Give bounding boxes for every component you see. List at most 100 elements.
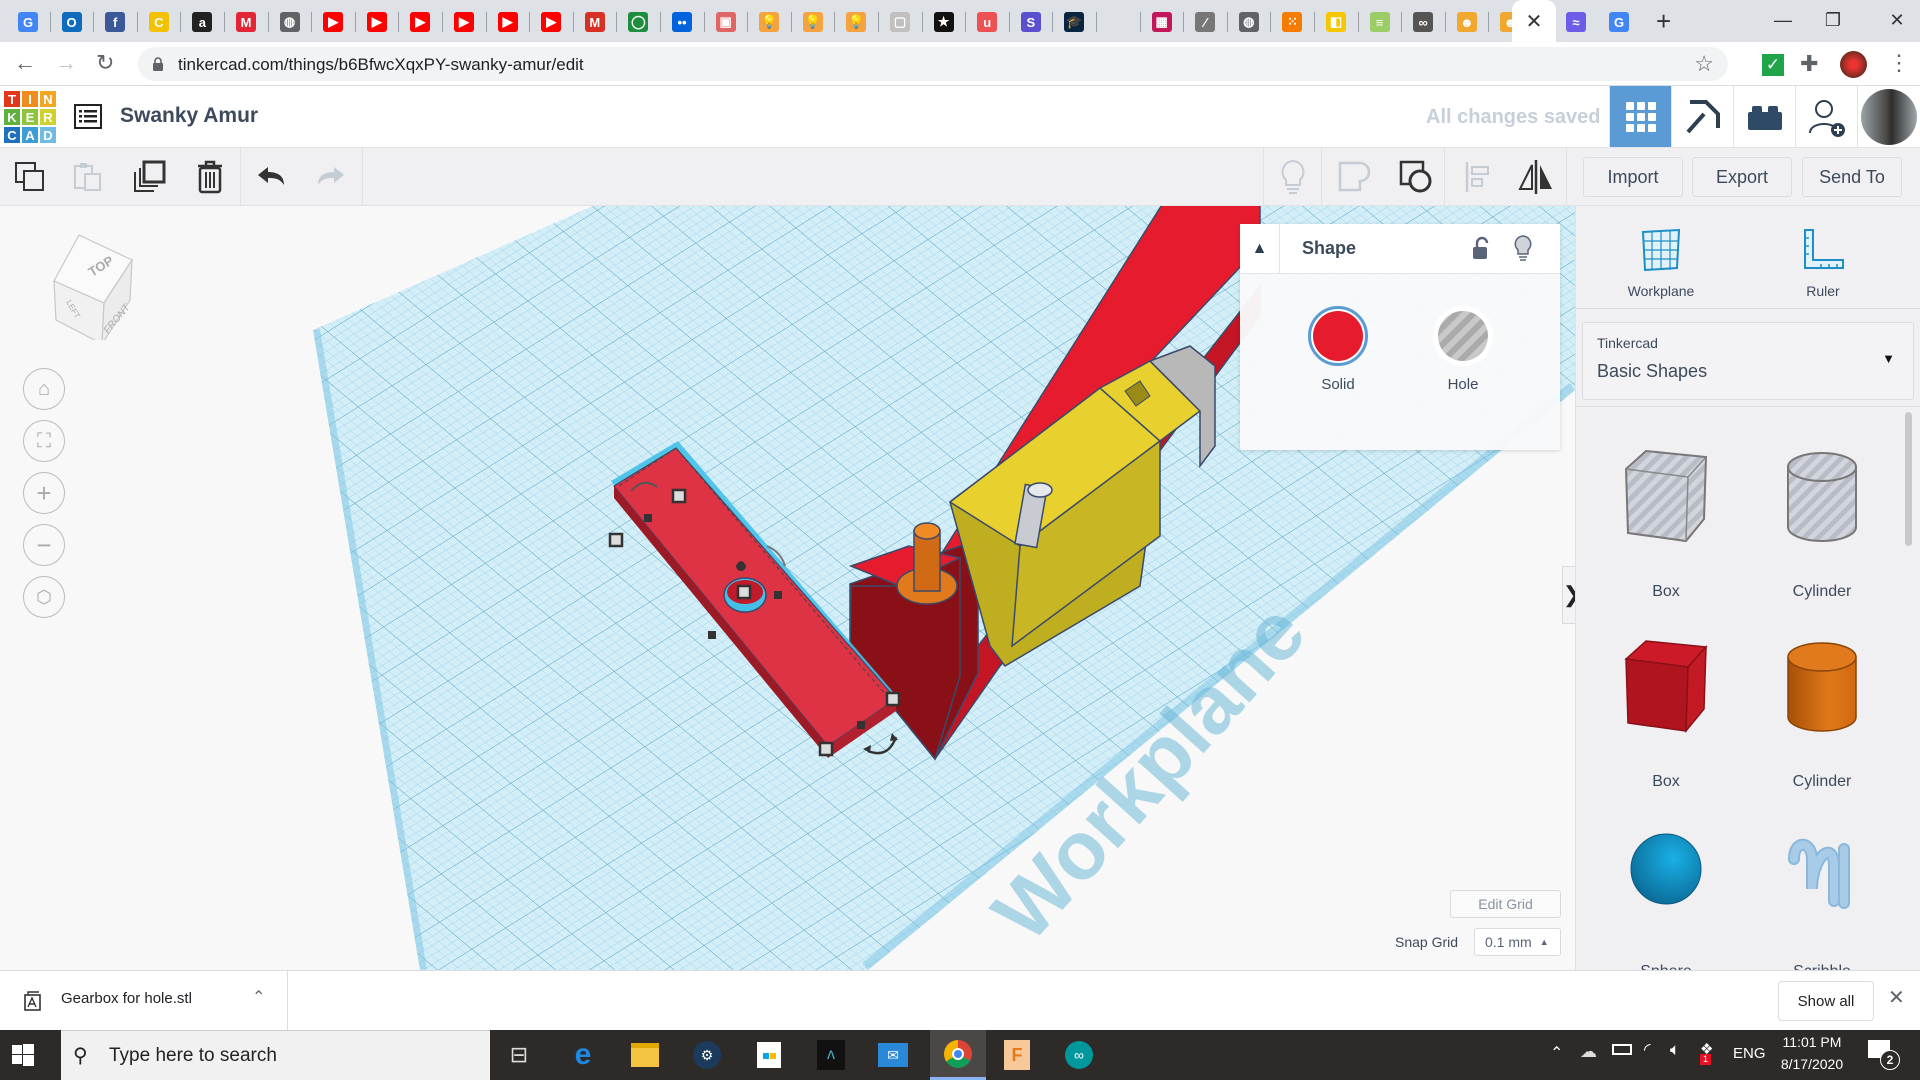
omnibox[interactable]: tinkercad.com/things/b6BfwcXqxPY-swanky-… (138, 47, 1728, 81)
browser-tab[interactable]: G (1601, 8, 1637, 36)
browser-tab[interactable]: a (184, 8, 220, 36)
edge-taskbar-icon[interactable]: e (566, 1038, 600, 1072)
bricks-view-button[interactable] (1733, 86, 1795, 147)
corner-handle[interactable] (818, 741, 834, 757)
user-avatar-button[interactable] (1857, 86, 1920, 147)
maximize-button[interactable]: ❐ (1810, 0, 1856, 40)
browser-tab[interactable]: M (577, 8, 613, 36)
microsoft-store-taskbar-icon[interactable] (752, 1038, 786, 1072)
3d-workplane-canvas[interactable]: Workplane TOP LEFT FRONT ⌂ ⛶ + − ⬡ ▲ Sha… (0, 206, 1575, 970)
new-tab-button[interactable]: + (1656, 6, 1671, 37)
browser-tab[interactable]: 💡 (838, 8, 874, 36)
url-text[interactable]: tinkercad.com/things/b6BfwcXqxPY-swanky-… (178, 55, 584, 75)
wifi-icon[interactable]: ◜ (1644, 1040, 1651, 1060)
language-indicator[interactable]: ENG (1733, 1045, 1766, 1062)
browser-tab[interactable]: M (228, 8, 264, 36)
browser-tab[interactable]: ◍ (272, 8, 308, 36)
show-hidden-icons-button[interactable]: ⌃ (1550, 1043, 1563, 1063)
corner-handle[interactable] (671, 488, 687, 504)
corner-handle[interactable] (608, 532, 624, 548)
unlock-icon[interactable] (1472, 236, 1492, 260)
onedrive-icon[interactable]: ☁ (1580, 1042, 1597, 1062)
predator-taskbar-icon[interactable]: ᴧ (814, 1038, 848, 1072)
browser-tab[interactable]: S (1013, 8, 1049, 36)
browser-tab[interactable]: f (97, 8, 133, 36)
browser-tab[interactable]: ▶ (315, 8, 351, 36)
ruler-tool-button[interactable]: Ruler (1768, 216, 1878, 306)
download-options-chevron-icon[interactable]: ⌃ (252, 987, 265, 1007)
browser-tab[interactable]: ▢ (882, 8, 918, 36)
browser-tab[interactable]: ≡ (1362, 8, 1398, 36)
mail-taskbar-icon[interactable]: ✉ (876, 1038, 910, 1072)
shape-box[interactable]: Box (1596, 621, 1736, 791)
profile-avatar[interactable] (1840, 51, 1867, 78)
view-cube[interactable]: TOP LEFT FRONT (26, 230, 136, 347)
group-button[interactable] (1334, 158, 1374, 196)
close-window-button[interactable]: ✕ (1874, 0, 1920, 40)
arduino-taskbar-icon[interactable]: ∞ (1062, 1038, 1096, 1072)
clock-time[interactable]: 11:01 PM (1776, 1034, 1848, 1050)
shape-sphere[interactable]: Sphere (1596, 811, 1736, 981)
edit-grid-button[interactable]: Edit Grid (1450, 890, 1561, 918)
windows-start-button[interactable] (12, 1044, 34, 1071)
copy-button[interactable] (10, 158, 50, 196)
browser-tab[interactable]: ▣ (708, 8, 744, 36)
extensions-puzzle-icon[interactable]: ✚ (1800, 51, 1818, 77)
mirror-button[interactable] (1516, 158, 1556, 196)
tinkercad-logo[interactable]: TINKERCAD (3, 90, 57, 144)
shape-cylinder[interactable]: Cylinder (1752, 621, 1892, 791)
collapse-inspector-button[interactable]: ▲ (1240, 224, 1280, 274)
reload-button[interactable]: ↻ (96, 50, 114, 76)
notes-button[interactable] (1273, 158, 1313, 196)
redo-button[interactable] (310, 158, 350, 196)
chrome-taskbar-icon[interactable] (930, 1030, 986, 1080)
browser-tab[interactable]: 💡 (751, 8, 787, 36)
snap-grid-select[interactable]: 0.1 mm ▲ (1474, 928, 1561, 956)
browser-tab[interactable]: ∞ (1405, 8, 1441, 36)
browser-tab[interactable]: •• (664, 8, 700, 36)
browser-tab[interactable]: ★ (926, 8, 962, 36)
browser-tab[interactable]: u (969, 8, 1005, 36)
zoom-out-button[interactable]: − (23, 524, 65, 566)
lightbulb-icon[interactable] (1514, 235, 1532, 261)
volume-icon[interactable]: 🔈︎ (1670, 1040, 1680, 1060)
download-file-name[interactable]: Gearbox for hole.stl (61, 990, 192, 1007)
solid-color-button[interactable] (1308, 306, 1368, 366)
design-list-icon[interactable] (74, 103, 102, 131)
send-to-button[interactable]: Send To (1802, 157, 1902, 197)
browser-tab[interactable]: ⁙ (1274, 8, 1310, 36)
edge-handle[interactable] (774, 591, 782, 599)
fusion360-taskbar-icon[interactable]: F (1000, 1038, 1034, 1072)
delete-button[interactable] (190, 158, 230, 196)
browser-tab[interactable]: 🎓 (1056, 8, 1092, 36)
browser-tab[interactable]: ▶ (533, 8, 569, 36)
browser-tab[interactable]: ☻ (1449, 8, 1485, 36)
edge-handle[interactable] (644, 514, 652, 522)
browser-tab[interactable]: G (10, 8, 46, 36)
browser-tab[interactable]: O (54, 8, 90, 36)
undo-button[interactable] (252, 158, 292, 196)
shape-scribble[interactable]: Scribble (1752, 811, 1892, 981)
edge-handle[interactable] (708, 631, 716, 639)
export-button[interactable]: Export (1692, 157, 1792, 197)
close-tab-icon[interactable]: ✕ (1526, 9, 1543, 34)
battery-icon[interactable] (1612, 1044, 1632, 1055)
show-all-downloads-button[interactable]: Show all (1778, 981, 1874, 1021)
close-download-shelf-button[interactable]: ✕ (1888, 985, 1905, 1010)
browser-tab[interactable]: ≈ (1558, 8, 1594, 36)
steam-taskbar-icon[interactable]: ⚙ (690, 1038, 724, 1072)
active-tab[interactable]: ✕ (1512, 0, 1556, 42)
shapes-scrollbar[interactable] (1905, 412, 1912, 546)
task-view-button[interactable]: ⊟ (502, 1038, 536, 1072)
browser-tab[interactable]: ◍ (1231, 8, 1267, 36)
shape-hole-box[interactable]: Box (1596, 431, 1736, 601)
fit-view-button[interactable]: ⛶ (23, 420, 65, 462)
shape-library-dropdown[interactable]: Tinkercad Basic Shapes ▼ (1582, 322, 1914, 400)
project-title[interactable]: Swanky Amur (120, 104, 258, 128)
paste-button[interactable] (68, 158, 108, 196)
hole-button[interactable] (1433, 306, 1493, 366)
duplicate-button[interactable] (130, 158, 170, 196)
forward-button[interactable]: → (55, 50, 77, 76)
checkmark-extension-icon[interactable]: ✓ (1762, 54, 1784, 76)
browser-tab[interactable]: ▶ (402, 8, 438, 36)
